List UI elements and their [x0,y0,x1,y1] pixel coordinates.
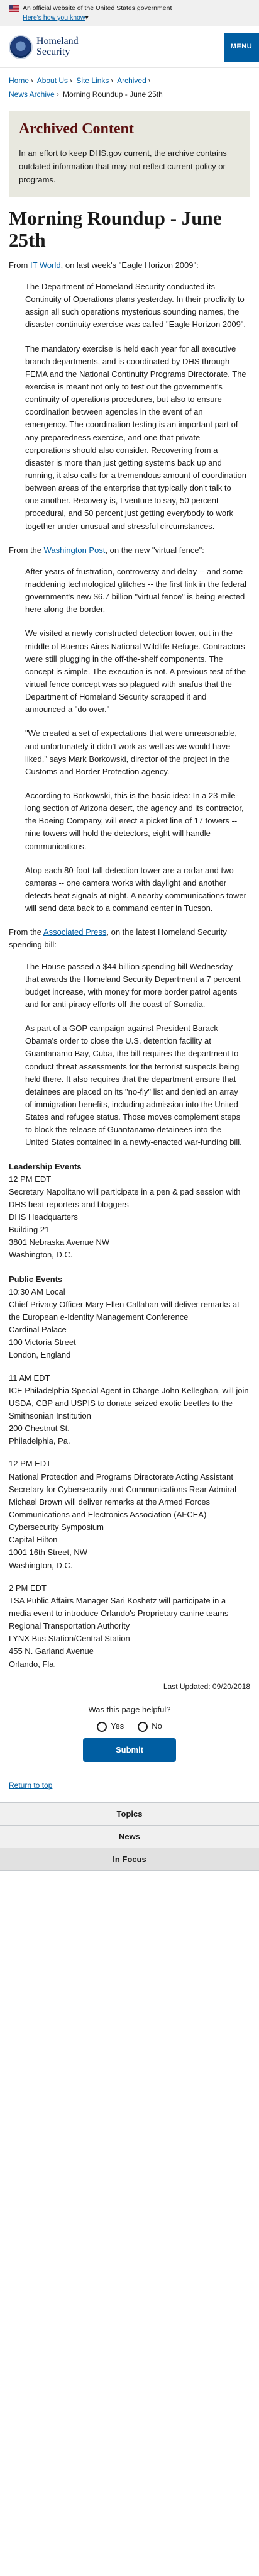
quote-associated-press: The House passed a $44 billion spending … [25,961,250,1149]
chevron-down-icon: ▾ [85,14,89,21]
event-item: 2 PM EDT TSA Public Affairs Manager Sari… [9,1583,229,1669]
quote-paragraph: As part of a GOP campaign against Presid… [25,1023,242,1147]
public-events-heading: Public Events [9,1274,63,1284]
quote-paragraph: Atop each 80-foot-tall detection tower a… [25,865,246,913]
quote-it-world: The Department of Homeland Security cond… [25,281,250,533]
notice-text: In an effort to keep DHS.gov current, th… [19,148,227,184]
feedback-options: Yes No [9,1720,250,1732]
quote-paragraph: "We created a set of expectations that w… [25,728,237,776]
source-intro-2: From the Washington Post, on the new "vi… [9,545,204,555]
footer-nav-news[interactable]: News [0,1826,259,1849]
breadcrumb-site-links[interactable]: Site Links [76,76,109,85]
notice-title: Archived Content [19,121,134,138]
site-header: Homeland Security MENU [0,26,259,69]
source-intro-1: From IT World, on last week's "Eagle Hor… [9,260,199,270]
quote-paragraph: The mandatory exercise is held each year… [25,343,246,531]
breadcrumb-archived[interactable]: Archived [117,76,146,85]
event-item: 12 PM EDT Secretary Napolitano will part… [9,1174,241,1260]
footer-nav-in-focus[interactable]: In Focus [0,1848,259,1871]
return-to-top-link[interactable]: Return to top [9,1781,52,1790]
gov-banner-text: An official website of the United States… [23,4,172,12]
event-item: 12 PM EDT National Protection and Progra… [9,1459,236,1570]
radio-circle-icon[interactable] [138,1721,148,1732]
last-updated: Last Updated: 09/20/2018 [163,1681,250,1691]
footer-nav-topics[interactable]: Topics [0,1803,259,1826]
archived-content-notice: Archived Content In an effort to keep DH… [9,111,250,197]
submit-button[interactable]: Submit [83,1737,176,1762]
it-world-link[interactable]: IT World [30,260,61,270]
footer-nav: Topics News In Focus [0,1802,259,1871]
associated-press-link[interactable]: Associated Press [43,927,106,937]
breadcrumb-current: Morning Roundup - June 25th [63,89,163,99]
quote-paragraph: The Department of Homeland Security cond… [25,282,246,330]
quote-paragraph: The House passed a $44 billion spending … [25,961,241,1009]
quote-washington-post: After years of frustration, controversy … [25,566,250,915]
event-item: 11 AM EDT ICE Philadelphia Special Agent… [9,1373,249,1446]
feedback-no-radio[interactable]: No [138,1720,162,1732]
event-item: 10:30 AM Local Chief Privacy Officer Mar… [9,1286,240,1360]
us-flag-icon [9,4,19,12]
dhs-seal-icon [9,35,33,59]
quote-paragraph: After years of frustration, controversy … [25,566,246,615]
washington-post-link[interactable]: Washington Post [44,545,106,555]
source-intro-3: From the Associated Press, on the latest… [9,927,227,950]
breadcrumb-about-us[interactable]: About Us [37,76,68,85]
logo-text: Homeland Security [36,35,79,57]
events-section: Leadership Events 12 PM EDT Secretary Na… [9,1161,250,1671]
gov-banner-link-row: Here's how you know▾ [0,13,259,27]
breadcrumb: Home › About Us › Site Links › Archived › Ne… [9,76,163,99]
breadcrumb-home[interactable]: Home [9,76,29,85]
menu-button[interactable]: MENU [224,32,259,62]
radio-circle-icon[interactable] [97,1721,107,1732]
page-feedback: Was this page helpful? Yes No Submit [0,1701,259,1773]
article-body: From IT World, on last week's "Eagle Hor… [0,259,259,1671]
back-to-top-row: Return to top [0,1773,259,1803]
feedback-yes-radio[interactable]: Yes [97,1720,124,1732]
leadership-events-heading: Leadership Events [9,1161,82,1171]
heres-how-you-know-link[interactable]: Here's how you know [23,14,85,21]
dhs-logo[interactable]: Homeland Security [9,35,79,59]
feedback-question: Was this page helpful? [88,1705,171,1715]
breadcrumb-news-archive[interactable]: News Archive [9,90,55,99]
quote-paragraph: We visited a newly constructed detection… [25,628,246,715]
quote-paragraph: According to Borkowski, this is the basi… [25,790,244,851]
page-title: Morning Roundup - June 25th [9,206,222,252]
